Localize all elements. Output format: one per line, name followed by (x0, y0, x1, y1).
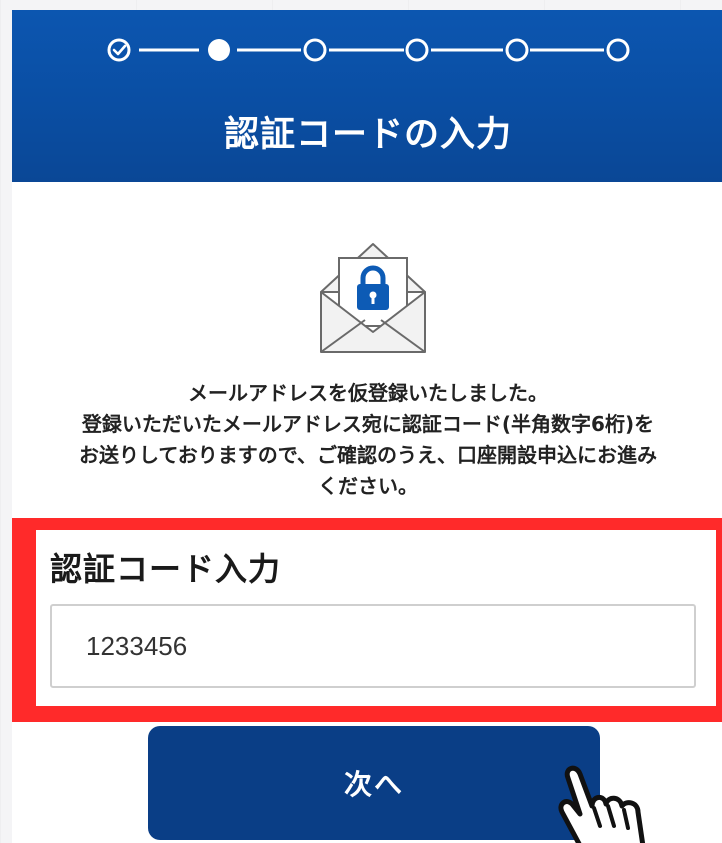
next-button[interactable]: 次へ (148, 726, 600, 840)
verification-code-input[interactable] (50, 604, 696, 688)
step-4-pending-icon (405, 38, 429, 62)
message-line: 登録いただいたメールアドレス宛に認証コード(半角数字6桁)を (81, 412, 655, 436)
step-2-current-icon (208, 39, 230, 61)
code-entry-highlight: 認証コード入力 (12, 518, 722, 722)
message-line: メールアドレスを仮登録いたしました。 (188, 381, 548, 405)
page-title: 認証コードの入力 (223, 115, 512, 155)
lock-envelope-icon (320, 243, 426, 353)
step-3-pending-icon (303, 38, 327, 62)
app-screen: 認証コードの入力 メールアドレスを仮登録いたしました。 登録いただいたメールアド… (12, 10, 722, 843)
code-entry-label: 認証コード入力 (50, 550, 282, 588)
message-line: お送りしておりますので、ご確認のうえ、口座開設申込にお進み (79, 443, 657, 467)
code-entry-panel: 認証コード入力 (36, 530, 716, 706)
message-line: ください。 (318, 474, 418, 498)
step-6-pending-icon (606, 38, 630, 62)
progress-stepper (107, 38, 630, 62)
hand-pointer-icon (558, 765, 646, 843)
step-1-completed-icon (107, 38, 131, 62)
header: 認証コードの入力 (12, 10, 722, 182)
step-5-pending-icon (505, 38, 529, 62)
instruction-message: メールアドレスを仮登録いたしました。 登録いただいたメールアドレス宛に認証コード… (26, 378, 710, 502)
